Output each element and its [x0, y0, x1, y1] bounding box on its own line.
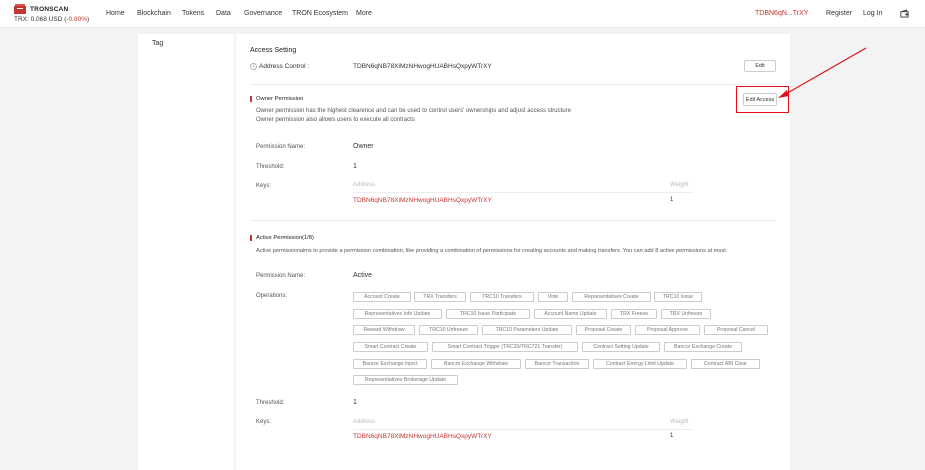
operation-tag: Bancor Exchange Inject — [353, 359, 427, 369]
operation-tag: Proposal Create — [576, 325, 631, 335]
operation-tag: Bancor Exchange Create — [664, 342, 742, 352]
nav-tron-ecosystem[interactable]: TRON Ecosystem — [292, 10, 348, 17]
active-address-header: Address — [353, 419, 376, 425]
active-key-weight: 1 — [670, 433, 674, 439]
operation-tag: TRC10 Parameters Update — [482, 325, 572, 335]
active-description: Active permissionaims to provide a permi… — [256, 248, 728, 254]
owner-permission-title: Owner Permission — [256, 96, 304, 102]
nav-more[interactable]: More — [356, 10, 372, 17]
operation-tag: TRC10 Issue — [654, 292, 702, 302]
operation-tag: Contract Setting Update — [582, 342, 660, 352]
active-marker — [250, 235, 252, 241]
operation-tag: Contract ABI Clear — [691, 359, 760, 369]
owner-key-address[interactable]: TDBN6qNB78XiMzNHwogHUABHsQxpyWTrXY — [353, 197, 492, 204]
price-change: -0.80% — [66, 16, 87, 23]
operation-tag: TRC10 Issue Participate — [446, 309, 530, 319]
address-control-label: Address Control : — [259, 63, 310, 70]
operation-tag: Proposal Cancel — [704, 325, 768, 335]
operation-tag: Bancor Transaction — [525, 359, 589, 369]
active-name-value: Active — [353, 272, 373, 279]
owner-keys-label: Keys: — [256, 183, 272, 189]
active-threshold-label: Threshold: — [256, 400, 285, 406]
login-link[interactable]: Log In — [863, 10, 882, 17]
operation-tag: Proposal Approve — [635, 325, 700, 335]
operation-tag: Representatives Create — [572, 292, 651, 302]
sidebar-item-tag[interactable]: Tag — [152, 40, 163, 47]
active-name-label: Permission Name: — [256, 273, 306, 279]
nav-blockchain[interactable]: Blockchain — [137, 10, 171, 17]
active-permission-title: Active Permission — [256, 235, 303, 241]
active-weight-header: Weight — [670, 419, 689, 425]
brand-name: TRONSCAN — [30, 5, 69, 13]
owner-threshold-label: Threshold: — [256, 164, 285, 170]
clock-icon — [250, 63, 257, 70]
edit-button[interactable]: Edit — [744, 60, 776, 72]
owner-keys-divider — [353, 192, 693, 193]
nav-governance[interactable]: Governance — [244, 10, 282, 17]
owner-key-weight: 1 — [670, 197, 674, 203]
operation-tag: Smart Contract Trigger (TRC20/TRC721 Tra… — [432, 342, 578, 352]
permission-panel: Access Setting Address Control : TDBN6qN… — [236, 34, 790, 470]
operation-tag: Account Name Update — [534, 309, 607, 319]
edit-access-highlight — [736, 86, 789, 113]
section-divider — [250, 220, 776, 221]
owner-address-header: Address — [353, 182, 376, 188]
register-link[interactable]: Register — [826, 10, 852, 17]
account-address[interactable]: TDBN6qN...TrXY — [755, 10, 808, 17]
account-sidebar: Tag — [138, 34, 234, 470]
operation-tag: Vote — [538, 292, 568, 302]
operation-tag: TRX Unfreeze — [661, 309, 711, 319]
owner-description-2: Owner permission also allows users to ex… — [256, 117, 415, 123]
owner-name-value: Owner — [353, 143, 374, 150]
tronscan-logo-icon — [14, 4, 26, 14]
active-keys-divider — [353, 429, 693, 430]
operation-tag: TRC10 Unfreeze — [419, 325, 478, 335]
operation-tag: Contract Energy Limit Update — [593, 359, 687, 369]
operation-tag: Reward Withdraw — [353, 325, 415, 335]
operation-tag: TRX Freeze — [611, 309, 657, 319]
operation-tag: Representatives Brokerage Update — [353, 375, 458, 385]
owner-weight-header: Weight — [670, 182, 689, 188]
wallet-icon[interactable] — [900, 9, 909, 18]
active-permission-count: (1/8) — [302, 235, 314, 241]
active-threshold-value: 1 — [353, 399, 357, 406]
owner-name-label: Permission Name: — [256, 144, 306, 150]
owner-description-1: Owner permission has the highest clearen… — [256, 108, 571, 114]
section-divider — [250, 84, 776, 85]
nav-data[interactable]: Data — [216, 10, 231, 17]
address-control-value: TDBN6qNB78XiMzNHwogHUABHsQxpyWTrXY — [353, 63, 492, 70]
operation-tag: Representatives Info Update — [353, 309, 442, 319]
operation-tag: Bancor Exchange Withdraw — [431, 359, 521, 369]
top-header: TRONSCAN TRX: 0.068 USD (-0.80%) Home Bl… — [0, 0, 925, 28]
active-keys-label: Keys: — [256, 419, 272, 425]
owner-marker — [250, 96, 252, 102]
access-setting-title: Access Setting — [250, 47, 297, 54]
tronscan-logo[interactable]: TRONSCAN — [14, 4, 68, 14]
active-key-address[interactable]: TDBN6qNB78XiMzNHwogHUABHsQxpyWTrXY — [353, 433, 492, 440]
operations-label: Operations: — [256, 293, 288, 299]
owner-threshold-value: 1 — [353, 163, 357, 170]
operation-tag: TRX Transfers — [414, 292, 466, 302]
nav-home[interactable]: Home — [106, 10, 125, 17]
trx-price: TRX: 0.068 USD (-0.80%) — [14, 16, 90, 23]
operation-tag: Smart Contract Create — [353, 342, 428, 352]
nav-tokens[interactable]: Tokens — [182, 10, 204, 17]
operation-tag: Account Create — [353, 292, 411, 302]
operation-tag: TRC10 Transfers — [470, 292, 534, 302]
